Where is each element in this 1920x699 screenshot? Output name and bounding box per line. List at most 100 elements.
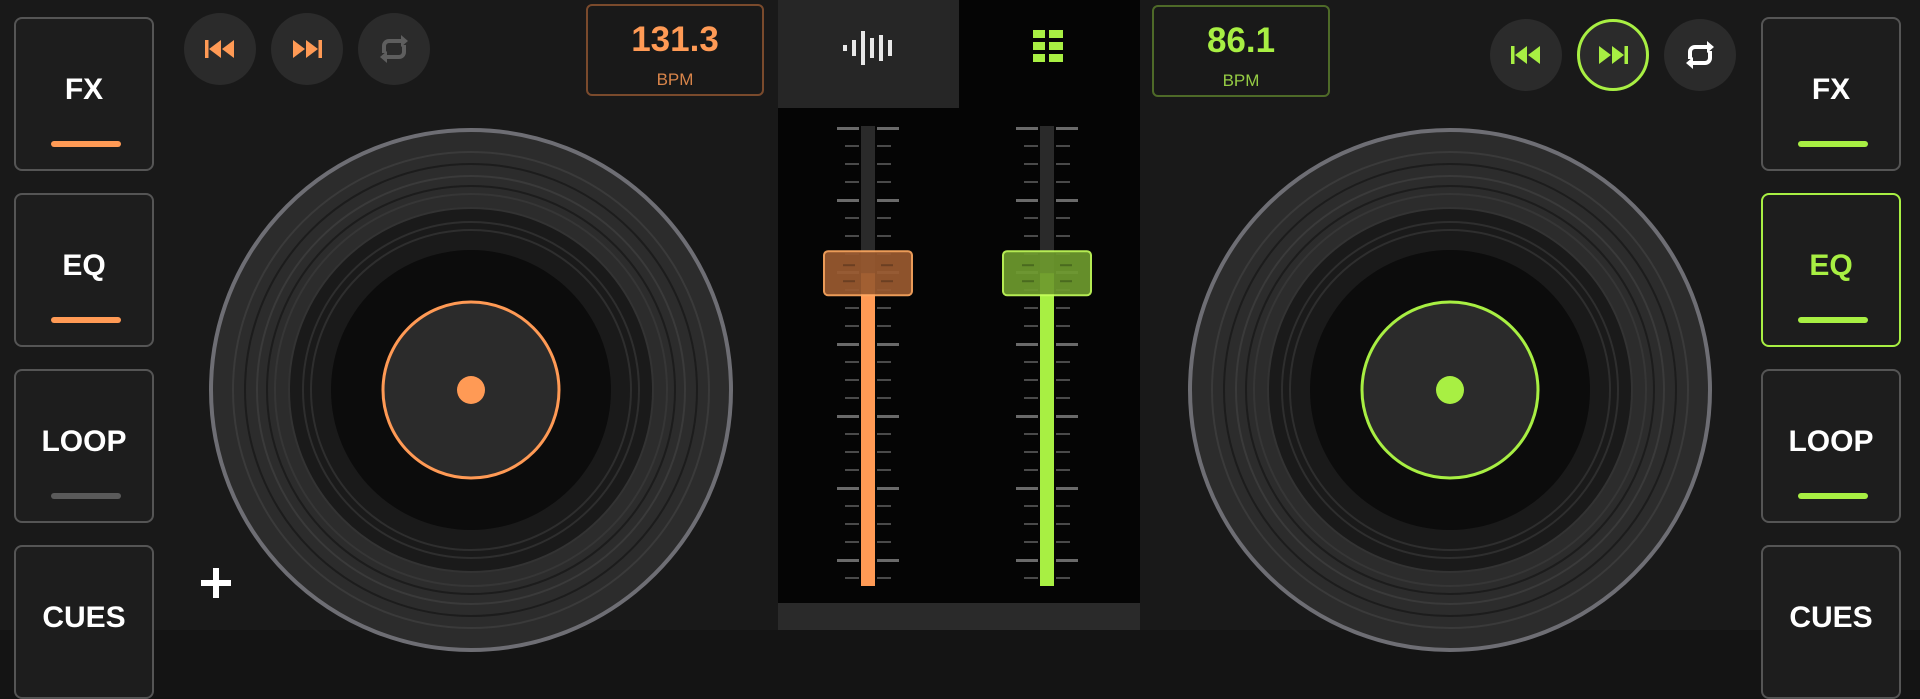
fader-tick — [1024, 307, 1038, 309]
mixer-panel — [778, 0, 1140, 630]
deck-a: FX EQ LOOP CUES 131.3 BPM — [0, 0, 778, 699]
fader-tick — [1024, 397, 1038, 399]
deck-b-eq-button[interactable]: EQ — [1761, 193, 1901, 347]
waveform-icon — [843, 31, 892, 65]
fader-tick — [1056, 577, 1070, 579]
fader-tick — [1024, 145, 1038, 147]
mixer-scroll-bar[interactable] — [778, 603, 1140, 630]
fader-tick — [1024, 523, 1038, 525]
fader-tick — [1056, 235, 1070, 237]
fader-tick — [1056, 325, 1070, 327]
fader-tick — [845, 163, 859, 165]
fader-tick — [1056, 127, 1078, 130]
deck-b-skip-back-button[interactable] — [1490, 19, 1562, 91]
fader-tick — [877, 505, 891, 507]
fader-tick — [1056, 397, 1070, 399]
fader-tick — [877, 127, 899, 130]
fader-tick — [845, 523, 859, 525]
fader-tick — [845, 235, 859, 237]
deck-a-eq-button[interactable]: EQ — [14, 193, 154, 347]
fader-tick — [845, 379, 859, 381]
vinyl-record-icon — [1188, 128, 1712, 652]
deck-a-eq-indicator — [51, 317, 121, 323]
fader-tick — [837, 415, 859, 418]
vinyl-record-icon — [209, 128, 733, 652]
channel-a-fader[interactable] — [823, 120, 913, 590]
fader-tick — [1016, 127, 1038, 130]
channel-a-fader-graphic — [823, 126, 913, 586]
fader-tick — [845, 577, 859, 579]
fader-tick — [845, 307, 859, 309]
fader-tick — [1016, 415, 1038, 418]
deck-b-turntable[interactable] — [1188, 128, 1712, 652]
fader-tick — [877, 397, 891, 399]
fader-tick — [845, 451, 859, 453]
deck-b-cues-button[interactable]: CUES — [1761, 545, 1901, 699]
fader-tick — [1056, 523, 1070, 525]
fader-tick — [1016, 343, 1038, 346]
fader-tick — [877, 523, 891, 525]
skip-forward-icon — [293, 40, 322, 58]
plus-icon — [201, 568, 231, 598]
fader-tick — [877, 451, 891, 453]
fader-tick — [837, 199, 859, 202]
loop-icon — [380, 35, 408, 63]
deck-b-eq-label: EQ — [1809, 249, 1853, 282]
deck-a-add-button[interactable] — [198, 565, 234, 601]
tab-waveform[interactable] — [778, 0, 959, 108]
fader-tick — [877, 433, 891, 435]
deck-a-loop-toggle[interactable] — [358, 13, 430, 85]
deck-a-fx-button[interactable]: FX — [14, 17, 154, 171]
fader-tick — [1056, 343, 1078, 346]
skip-forward-icon — [1599, 46, 1628, 64]
deck-a-skip-forward-button[interactable] — [271, 13, 343, 85]
fader-tick — [837, 127, 859, 130]
deck-b-fx-button[interactable]: FX — [1761, 17, 1901, 171]
skip-back-icon — [1511, 46, 1540, 64]
fader-tick — [877, 379, 891, 381]
deck-b-fx-indicator — [1798, 141, 1868, 147]
deck-b-skip-forward-button[interactable] — [1577, 19, 1649, 91]
channel-b-fader[interactable] — [1002, 120, 1092, 590]
fader-tick — [1024, 217, 1038, 219]
fader-tick — [1024, 163, 1038, 165]
fader-tick — [1056, 181, 1070, 183]
tab-grid[interactable] — [959, 0, 1140, 108]
fader-tick — [1056, 541, 1070, 543]
deck-b-fx-label: FX — [1811, 73, 1851, 106]
deck-b-loop-button[interactable]: LOOP — [1761, 369, 1901, 523]
deck-a-bpm-display: 131.3 BPM — [586, 4, 764, 96]
fader-tick — [845, 397, 859, 399]
fader-tick — [877, 577, 891, 579]
fader-tick — [877, 145, 891, 147]
deck-a-eq-label: EQ — [62, 249, 106, 282]
deck-a-skip-back-button[interactable] — [184, 13, 256, 85]
deck-a-bpm-unit: BPM — [656, 70, 694, 89]
fader-tick — [1024, 541, 1038, 543]
fader-tick — [1024, 235, 1038, 237]
deck-b-eq-indicator — [1798, 317, 1868, 323]
fader-tick — [837, 487, 859, 490]
fader-tick — [1056, 505, 1070, 507]
deck-b-bpm-display: 86.1 BPM — [1152, 5, 1330, 97]
fader-tick — [1056, 163, 1070, 165]
deck-b-bpm-unit: BPM — [1222, 71, 1260, 90]
fader-tick — [845, 469, 859, 471]
fader-tick — [1056, 559, 1078, 562]
fader-tick — [1024, 451, 1038, 453]
deck-b-loop-toggle[interactable] — [1664, 19, 1736, 91]
deck-a-loop-button[interactable]: LOOP — [14, 369, 154, 523]
fader-tick — [1024, 469, 1038, 471]
fader-tick — [1024, 433, 1038, 435]
channel-b-fader-knob — [1002, 250, 1092, 297]
fader-tick — [877, 361, 891, 363]
fader-tick — [845, 541, 859, 543]
fader-tick — [1056, 487, 1078, 490]
deck-a-turntable[interactable] — [209, 128, 733, 652]
fader-tick — [877, 235, 891, 237]
fader-tick — [837, 559, 859, 562]
deck-a-cues-button[interactable]: CUES — [14, 545, 154, 699]
fader-tick — [877, 325, 891, 327]
fader-tick — [1056, 433, 1070, 435]
fader-tick — [1016, 487, 1038, 490]
